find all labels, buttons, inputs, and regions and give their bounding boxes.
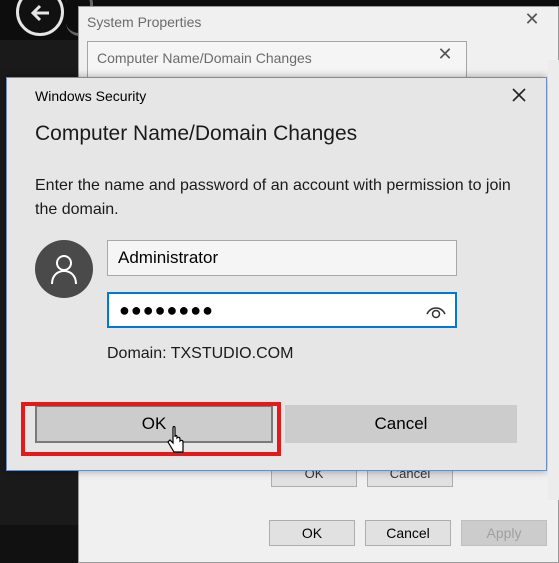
- username-field[interactable]: Administrator: [107, 240, 457, 276]
- computer-name-changes-title: Computer Name/Domain Changes: [97, 50, 312, 66]
- system-properties-title: System Properties: [87, 14, 202, 30]
- cancel-button[interactable]: Cancel: [285, 405, 517, 443]
- reveal-password-eye-icon[interactable]: [425, 300, 447, 332]
- close-icon[interactable]: [508, 84, 530, 106]
- system-properties-apply-button[interactable]: Apply: [461, 520, 547, 546]
- password-mask: ●●●●●●●●: [119, 300, 214, 320]
- system-properties-cancel-button[interactable]: Cancel: [365, 520, 451, 546]
- dialog-heading: Computer Name/Domain Changes: [35, 122, 358, 145]
- background-window-edge: [548, 60, 559, 500]
- domain-label: Domain: TXSTUDIO.COM: [107, 345, 294, 362]
- dialog-description: Enter the name and password of an accoun…: [35, 177, 511, 218]
- windows-security-dialog: Windows Security Computer Name/Domain Ch…: [6, 77, 547, 471]
- user-avatar-icon: [35, 240, 93, 298]
- ok-button-highlight: [21, 402, 281, 456]
- password-field[interactable]: ●●●●●●●●: [107, 292, 457, 328]
- system-properties-close-icon[interactable]: ✕: [520, 9, 544, 33]
- dialog-window-title: Windows Security: [35, 88, 147, 104]
- mouse-cursor-icon: [165, 425, 187, 461]
- system-properties-ok-button[interactable]: OK: [269, 520, 355, 546]
- desktop-background-strip: [0, 525, 78, 563]
- computer-name-changes-close-icon[interactable]: ✕: [434, 44, 456, 66]
- back-arrow-icon: [30, 4, 49, 22]
